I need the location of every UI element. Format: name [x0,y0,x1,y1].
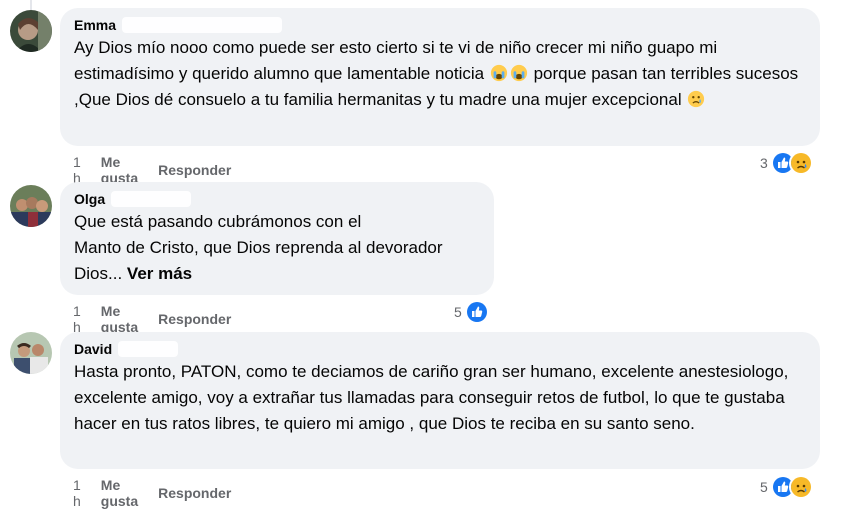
avatar[interactable] [10,10,52,52]
sad-icon [788,475,813,499]
avatar[interactable] [10,185,52,227]
reaction-summary[interactable]: 3 [760,151,813,175]
redacted-name [118,341,179,357]
sad-icon [788,151,813,175]
redacted-name [122,17,283,33]
reply-button[interactable]: Responder [158,162,231,178]
reaction-summary[interactable]: 5 [760,475,813,499]
comment-time[interactable]: 1 h [73,477,81,509]
comment-actions: 1 h Me gusta Responder [73,477,231,509]
reaction-count: 5 [760,479,768,495]
like-button[interactable]: Me gusta [101,477,138,509]
comment-bubble: Emma Ay Dios mío nooo como puede ser est… [60,8,820,146]
like-icon [464,300,489,324]
avatar[interactable] [10,332,52,374]
comment-author[interactable]: Olga [74,190,480,208]
reply-button[interactable]: Responder [158,485,231,501]
crying-face-emoji-icon [510,64,528,82]
redacted-name [111,191,192,207]
comment-text: Hasta pronto, PATON, como te deciamos de… [74,362,789,433]
comment-actions: 1 h Me gusta Responder [73,303,231,335]
sad-tear-emoji-icon [687,90,705,108]
comment-author[interactable]: David [74,340,806,358]
reaction-count: 5 [454,304,462,320]
comment-author[interactable]: Emma [74,16,806,34]
comment-text: Que está pasando cubrámonos con el Manto… [74,212,443,283]
comment-text: Ay Dios mío nooo como puede ser esto cie… [74,38,799,109]
comment-time[interactable]: 1 h [73,303,81,335]
crying-face-emoji-icon [490,64,508,82]
thread-line [30,0,32,10]
like-button[interactable]: Me gusta [101,303,138,335]
reaction-count: 3 [760,155,768,171]
see-more-link[interactable]: Ver más [127,264,192,283]
comment-bubble: Olga Que está pasando cubrámonos con el … [60,182,494,295]
reaction-summary[interactable]: 5 [454,300,489,324]
comment-bubble: David Hasta pronto, PATON, como te decia… [60,332,820,469]
reply-button[interactable]: Responder [158,311,231,327]
